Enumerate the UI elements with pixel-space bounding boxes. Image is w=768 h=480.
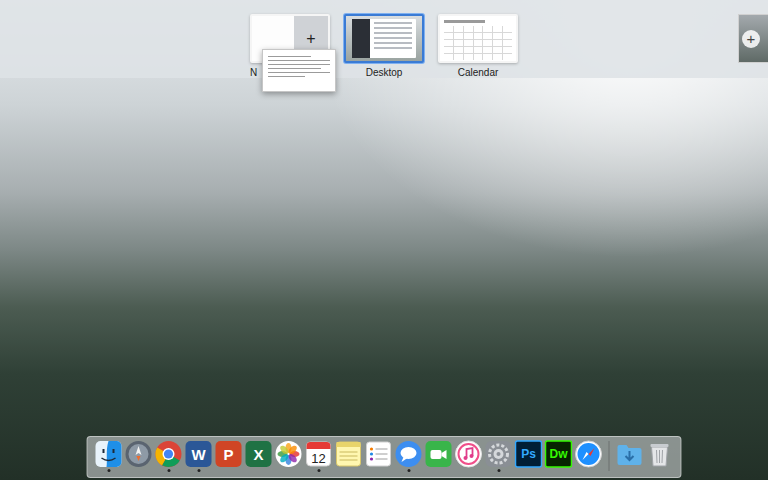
spaces-bar: +NDesktopCalendar +: [0, 0, 768, 78]
space-label: Desktop: [344, 67, 424, 79]
dock-item[interactable]: [616, 440, 644, 472]
running-indicator: [557, 469, 560, 472]
dock-item[interactable]: [365, 440, 393, 472]
dock-item[interactable]: P: [215, 440, 243, 472]
icon-label: Dw: [545, 440, 573, 468]
chrome-icon[interactable]: [155, 440, 183, 468]
photos-icon[interactable]: [275, 440, 303, 468]
running-indicator: [407, 469, 410, 472]
running-indicator: [347, 469, 350, 472]
dock-item[interactable]: [575, 440, 603, 472]
icon-label: P: [215, 440, 243, 468]
running-indicator: [527, 469, 530, 472]
running-indicator: [317, 469, 320, 472]
calendar-preview: [440, 16, 516, 61]
safari-icon[interactable]: [575, 440, 603, 468]
dock-item[interactable]: [335, 440, 363, 472]
dock-item[interactable]: [95, 440, 123, 472]
itunes-icon[interactable]: [455, 440, 483, 468]
dreamweaver-icon[interactable]: Dw: [545, 440, 573, 468]
running-indicator: [107, 469, 110, 472]
dock-item[interactable]: Ps: [515, 440, 543, 472]
preferences-icon[interactable]: [485, 440, 513, 468]
icon-label: X: [245, 440, 273, 468]
space-thumbnail[interactable]: [438, 14, 518, 63]
excel-icon[interactable]: X: [245, 440, 273, 468]
dock-item[interactable]: X: [245, 440, 273, 472]
calendar-icon[interactable]: 12: [305, 440, 333, 468]
running-indicator: [227, 469, 230, 472]
sidebar-preview: [352, 19, 370, 58]
running-indicator: [167, 469, 170, 472]
dock-item[interactable]: Dw: [545, 440, 573, 472]
photoshop-icon[interactable]: Ps: [515, 440, 543, 468]
dock-separator: [609, 441, 610, 471]
dock-item[interactable]: [425, 440, 453, 472]
space-thumbnail[interactable]: [344, 14, 424, 63]
icon-label: Ps: [515, 440, 543, 468]
dragged-window[interactable]: [262, 49, 336, 92]
running-indicator: [658, 469, 661, 472]
desktop: +NDesktopCalendar + WPX12PsDw: [0, 0, 768, 480]
trash-icon[interactable]: [646, 440, 674, 468]
desktop-preview: [346, 16, 422, 61]
icon-label: 12: [305, 440, 333, 468]
dock-item[interactable]: [395, 440, 423, 472]
icon-label: W: [185, 440, 213, 468]
dock-item[interactable]: 12: [305, 440, 333, 472]
dock: WPX 12 PsDw: [87, 436, 682, 478]
dock-item[interactable]: [125, 440, 153, 472]
dock-item[interactable]: [646, 440, 674, 472]
messages-icon[interactable]: [395, 440, 423, 468]
document-preview: [370, 19, 416, 58]
running-indicator: [628, 469, 631, 472]
running-indicator: [257, 469, 260, 472]
running-indicator: [137, 469, 140, 472]
dock-item[interactable]: W: [185, 440, 213, 472]
dock-item[interactable]: [455, 440, 483, 472]
reminders-icon[interactable]: [365, 440, 393, 468]
downloads-icon[interactable]: [616, 440, 644, 468]
dock-item[interactable]: [275, 440, 303, 472]
running-indicator: [497, 469, 500, 472]
running-indicator: [437, 469, 440, 472]
space-label: Calendar: [438, 67, 518, 79]
running-indicator: [587, 469, 590, 472]
space[interactable]: Calendar: [438, 14, 518, 79]
launchpad-icon[interactable]: [125, 440, 153, 468]
powerpoint-icon[interactable]: P: [215, 440, 243, 468]
notes-icon[interactable]: [335, 440, 363, 468]
window-preview: [352, 19, 416, 58]
plus-icon[interactable]: +: [742, 30, 760, 48]
finder-icon[interactable]: [95, 440, 123, 468]
running-indicator: [287, 469, 290, 472]
space[interactable]: Desktop: [344, 14, 424, 79]
facetime-icon[interactable]: [425, 440, 453, 468]
add-space-button[interactable]: +: [738, 14, 768, 63]
running-indicator: [197, 469, 200, 472]
running-indicator: [467, 469, 470, 472]
dock-item[interactable]: [155, 440, 183, 472]
dock-item[interactable]: [485, 440, 513, 472]
plus-icon: +: [306, 31, 315, 47]
running-indicator: [377, 469, 380, 472]
word-icon[interactable]: W: [185, 440, 213, 468]
